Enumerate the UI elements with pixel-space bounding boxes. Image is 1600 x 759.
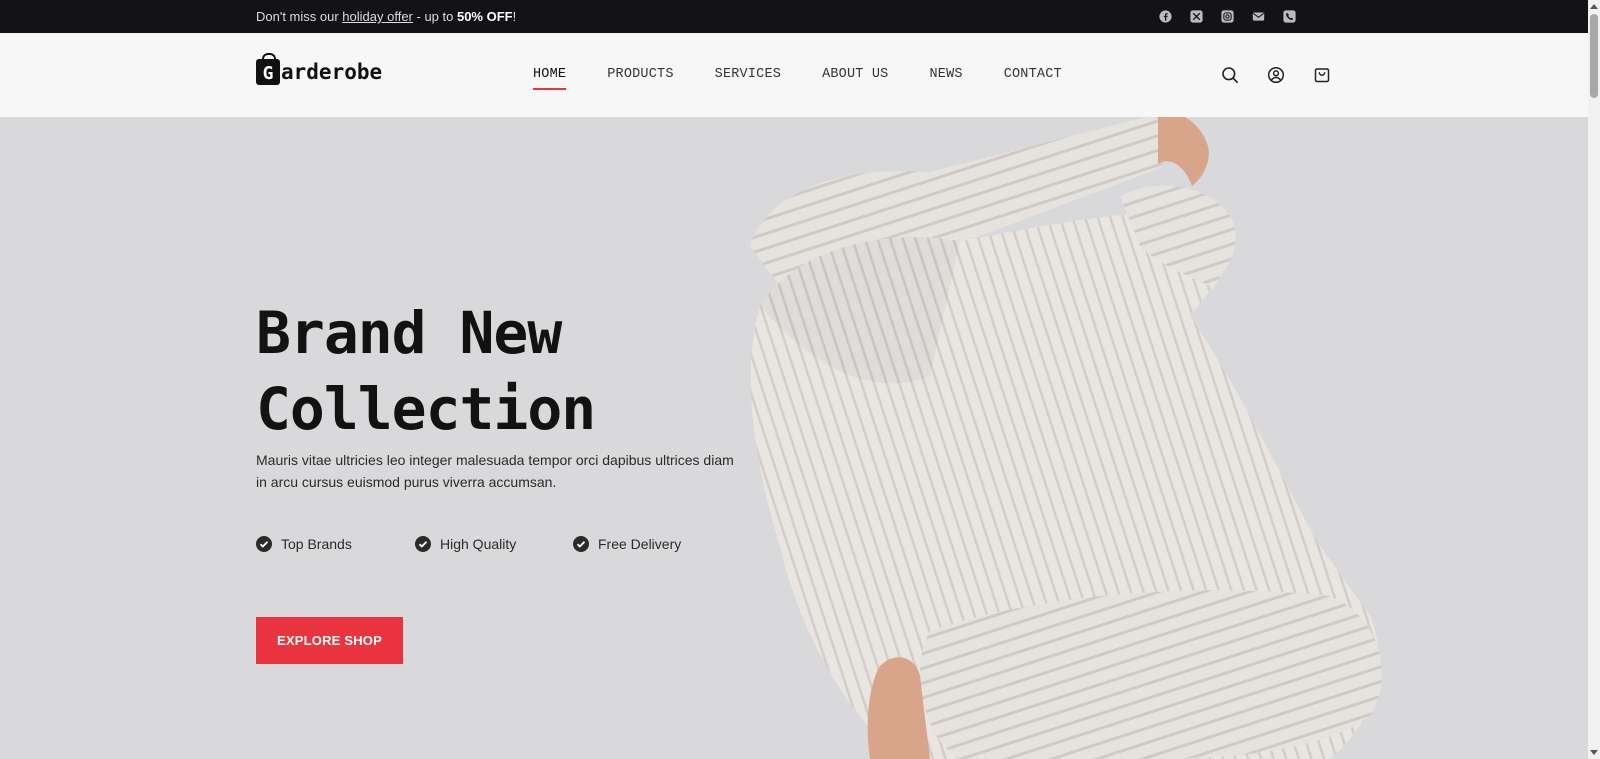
facebook-icon[interactable]: [1159, 10, 1172, 23]
announcement-prefix: Don't miss our: [256, 9, 343, 24]
nav-news[interactable]: NEWS: [929, 67, 962, 82]
user-icon[interactable]: [1267, 66, 1285, 84]
brand-logo[interactable]: G arderobe: [256, 53, 383, 85]
instagram-icon[interactable]: [1221, 10, 1234, 23]
scroll-down-arrow-icon[interactable]: [1590, 750, 1598, 755]
scrollbar-thumb[interactable]: [1590, 14, 1598, 98]
hero-description: Mauris vitae ultricies leo integer males…: [256, 452, 734, 490]
main-navigation: HOME PRODUCTS SERVICES ABOUT US NEWS CON…: [533, 67, 1103, 90]
shopping-bag-logo-icon: G: [256, 53, 280, 85]
discount-highlight: 50% OFF: [456, 9, 513, 24]
nav-contact[interactable]: CONTACT: [1004, 67, 1062, 82]
logo-wordmark: arderobe: [281, 60, 383, 84]
check-circle-icon: [256, 536, 272, 552]
header-actions: [1221, 66, 1331, 84]
announcement-middle: - up to: [412, 9, 457, 24]
nav-services[interactable]: SERVICES: [715, 67, 781, 82]
hero-features: Top Brands High Quality Free Delivery: [256, 536, 681, 552]
feature-high-quality: High Quality: [415, 536, 573, 552]
logo-initial: G: [262, 62, 274, 84]
phone-icon[interactable]: [1283, 10, 1296, 23]
social-links: [1159, 10, 1296, 23]
announcement-suffix: !: [512, 9, 517, 24]
hero-title-line-1: Brand New: [256, 299, 562, 367]
mail-icon[interactable]: [1252, 10, 1265, 23]
site-header: G arderobe HOME PRODUCTS SERVICES ABOUT …: [0, 33, 1588, 117]
hero-sweater-image: [750, 112, 1382, 759]
feature-label: Top Brands: [281, 536, 352, 552]
feature-top-brands: Top Brands: [256, 536, 415, 552]
hero-title: Brand New Collection: [256, 295, 596, 447]
nav-about-us[interactable]: ABOUT US: [822, 67, 888, 82]
check-circle-icon: [573, 536, 589, 552]
scroll-up-arrow-icon[interactable]: [1590, 4, 1598, 9]
feature-free-delivery: Free Delivery: [573, 536, 681, 552]
feature-label: High Quality: [440, 536, 517, 552]
cart-icon[interactable]: [1313, 66, 1331, 84]
holiday-offer-link[interactable]: holiday offer: [342, 9, 413, 24]
nav-products[interactable]: PRODUCTS: [607, 67, 673, 82]
hero-title-line-2: Collection: [256, 375, 596, 443]
x-icon[interactable]: [1190, 10, 1203, 23]
search-icon[interactable]: [1221, 66, 1239, 84]
announcement-text: Don't miss our holiday offer - up to 50%…: [256, 9, 516, 24]
explore-shop-button[interactable]: EXPLORE SHOP: [256, 617, 403, 664]
announcement-bar: Don't miss our holiday offer - up to 50%…: [0, 0, 1588, 33]
check-circle-icon: [415, 536, 431, 552]
nav-home[interactable]: HOME: [533, 67, 567, 90]
page-scrollbar[interactable]: [1588, 0, 1600, 759]
feature-label: Free Delivery: [598, 536, 682, 552]
